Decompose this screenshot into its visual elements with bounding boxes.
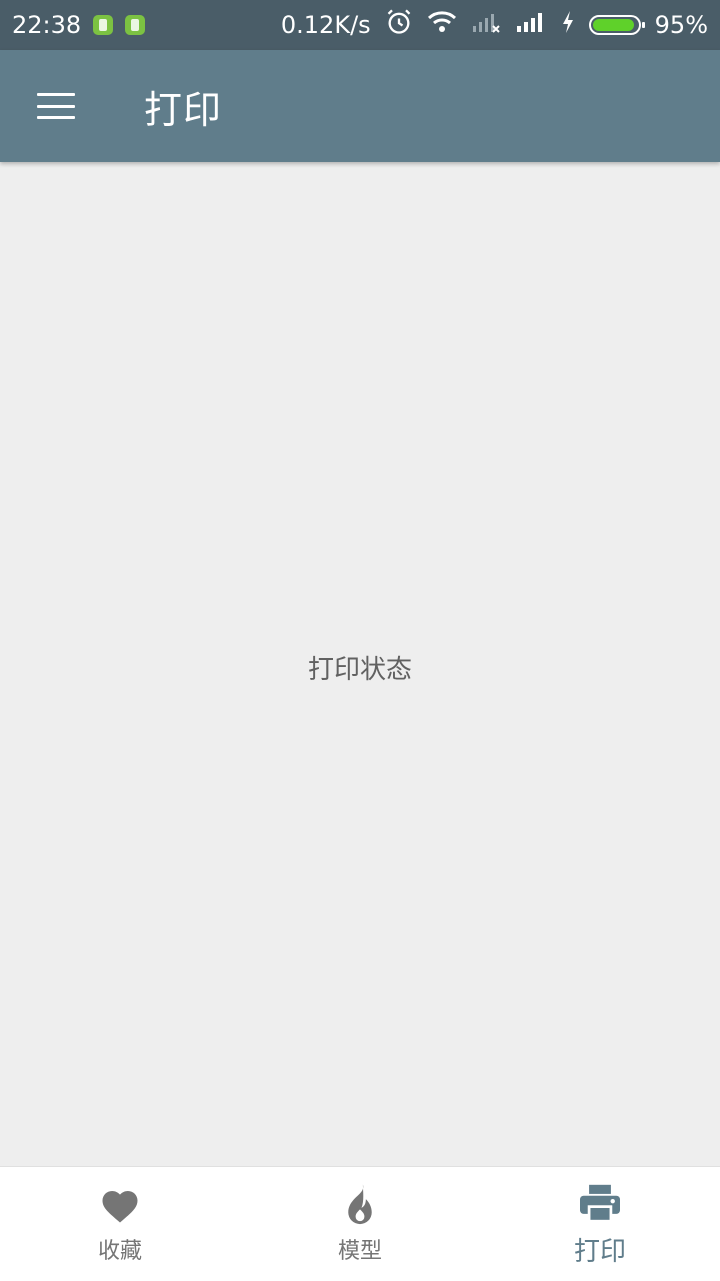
- heart-icon: [98, 1183, 142, 1227]
- main-content: 打印状态: [0, 162, 720, 1166]
- menu-button[interactable]: [0, 50, 112, 162]
- nav-label-favorites: 收藏: [97, 1239, 142, 1264]
- nav-item-models[interactable]: 模型: [240, 1167, 480, 1281]
- wifi-icon: [427, 10, 457, 40]
- printer-icon: [578, 1181, 622, 1225]
- page-title: 打印: [144, 87, 223, 132]
- flame-icon: [338, 1183, 382, 1227]
- bottom-navigation: 收藏 模型 打印: [0, 1166, 720, 1281]
- nav-item-favorites[interactable]: 收藏: [0, 1167, 240, 1281]
- no-signal-icon: [471, 10, 501, 40]
- nav-item-print[interactable]: 打印: [480, 1167, 720, 1281]
- status-time: 22:38: [12, 11, 82, 39]
- battery-icon: [588, 15, 645, 35]
- battery-percent: 95%: [654, 11, 708, 39]
- alarm-icon: [385, 8, 413, 42]
- status-bar: 22:38 0.12K/s 95%: [0, 0, 720, 50]
- nav-label-models: 模型: [337, 1239, 382, 1264]
- print-status-text: 打印状态: [307, 654, 412, 685]
- app-bar: 打印: [0, 50, 720, 162]
- android-notification-icon: [125, 15, 146, 35]
- signal-icon: [515, 10, 547, 40]
- net-speed: 0.12K/s: [280, 11, 371, 39]
- nav-label-print: 打印: [573, 1236, 626, 1267]
- battery-fill: [592, 19, 635, 31]
- charging-icon: [561, 10, 575, 40]
- menu-icon: [37, 93, 75, 119]
- notification-app-icon: [93, 15, 114, 35]
